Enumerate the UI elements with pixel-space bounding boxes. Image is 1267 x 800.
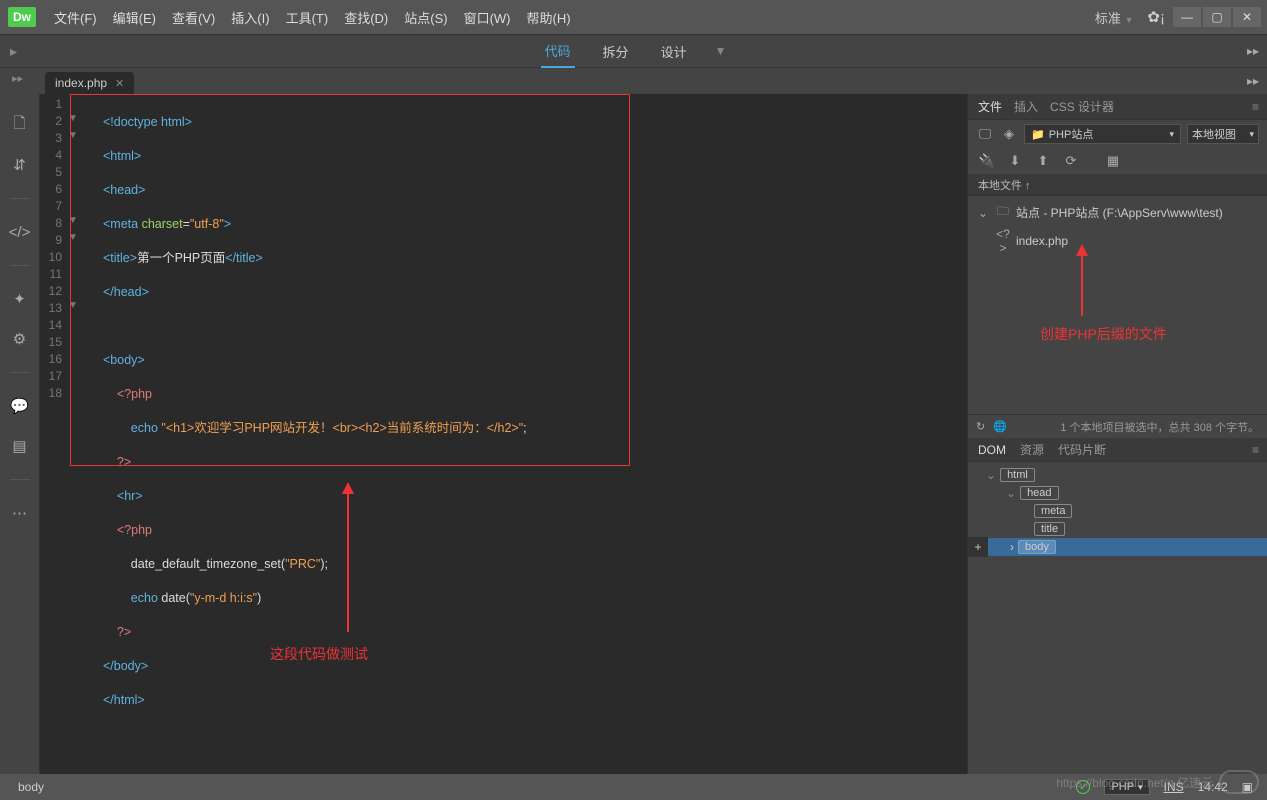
files-toolbar-2: 🔌 ⬇ ⬆ ⟳ ▦	[968, 148, 1267, 174]
connect-icon[interactable]: 🔌	[978, 152, 996, 170]
add-element-icon[interactable]: +	[968, 537, 988, 557]
menu-bar: Dw 文件(F) 编辑(E) 查看(V) 插入(I) 工具(T) 查找(D) 站…	[0, 0, 1267, 34]
view-code-button[interactable]: 代码	[541, 35, 575, 68]
sync-settings-icon[interactable]: ✿¡	[1147, 8, 1165, 26]
wand-icon[interactable]: ✦	[9, 288, 31, 310]
right-panel: 文件 插入 CSS 设计器 ≡ 🖵 ◈ 📁PHP站点▾ 本地视图▾ 🔌 ⬇ ⬆ …	[967, 94, 1267, 774]
menu-edit[interactable]: 编辑(E)	[107, 4, 162, 31]
code-highlight-box: <!doctype html> <html> <head> <meta char…	[70, 94, 630, 466]
ftp-icon[interactable]: ◈	[1000, 125, 1018, 143]
menu-site[interactable]: 站点(S)	[398, 4, 453, 31]
view-design-button[interactable]: 设计	[657, 36, 691, 67]
tab-resources[interactable]: 资源	[1020, 436, 1044, 463]
dom-panel-menu-icon[interactable]: ≡	[1252, 443, 1259, 457]
menu-window[interactable]: 窗口(W)	[458, 4, 517, 31]
tab-snippets[interactable]: 代码片断	[1058, 436, 1106, 463]
maximize-button[interactable]: ▢	[1203, 7, 1231, 27]
menu-find[interactable]: 查找(D)	[338, 4, 394, 31]
dom-node-body[interactable]: + › body	[968, 538, 1267, 556]
chevron-down-icon: ⌄	[976, 206, 990, 220]
dom-node-head[interactable]: ⌄head	[968, 484, 1267, 502]
main-area: 🗋 ⇵ </> ✦ ⚙ 💬 ▤ ⋯ 1234567891011121314151…	[0, 94, 1267, 774]
dom-tree: ⌄html ⌄head meta title + › body	[968, 462, 1267, 774]
expand-panel-icon[interactable]: ▦	[1104, 152, 1122, 170]
folder-icon: 📁	[1031, 128, 1045, 141]
tag-selector-body[interactable]: body	[10, 778, 52, 796]
tab-dom[interactable]: DOM	[978, 438, 1006, 462]
view-more-dropdown[interactable]: ▼	[715, 44, 727, 58]
format-icon[interactable]: ⚙	[9, 328, 31, 350]
minimize-button[interactable]: —	[1173, 7, 1201, 27]
collapse-toolbar-icon[interactable]: ▸▸	[12, 72, 23, 85]
view-mode-bar: ▸ 代码 拆分 设计 ▼ ▸▸	[0, 34, 1267, 68]
source-code-icon[interactable]: </>	[9, 221, 31, 243]
annotation-file-arrow-shaft	[1081, 254, 1083, 316]
view-split-button[interactable]: 拆分	[599, 36, 633, 67]
file-tree: ⌄ 🗀 站点 - PHP站点 (F:\AppServ\www\test) <?>…	[968, 196, 1267, 261]
define-servers-icon[interactable]: 🖵	[976, 125, 994, 143]
file-tab-label: index.php	[55, 76, 107, 90]
git-icon[interactable]: ⇵	[9, 154, 31, 176]
document-tab-bar: ▸▸ index.php ✕ ▸▸	[0, 68, 1267, 94]
watermark: https://blog.csdn.net/q 亿速云	[1056, 770, 1259, 794]
watermark-logo-icon	[1219, 770, 1259, 794]
chevron-down-icon: ⌄	[986, 468, 996, 482]
files-panel-tabs: 文件 插入 CSS 设计器 ≡	[968, 94, 1267, 120]
files-panel-status: ↻ 🌐 1 个本地项目被选中，总共 308 个字节。	[968, 414, 1267, 438]
menu-items: 文件(F) 编辑(E) 查看(V) 插入(I) 工具(T) 查找(D) 站点(S…	[48, 4, 577, 31]
collapse-panels-icon[interactable]: ▸▸	[1247, 44, 1259, 58]
annotation-arrow-shaft	[347, 492, 349, 632]
more-icon[interactable]: ⋯	[9, 502, 31, 524]
app-logo: Dw	[8, 7, 36, 27]
folder-icon: 🗀	[996, 202, 1010, 223]
menu-file[interactable]: 文件(F)	[48, 4, 103, 31]
tab-files[interactable]: 文件	[978, 93, 1002, 120]
chevron-right-icon: ›	[1010, 540, 1014, 554]
panel-menu-icon[interactable]: ≡	[1252, 100, 1259, 114]
menu-tools[interactable]: 工具(T)	[280, 4, 335, 31]
window-controls: — ▢ ✕	[1173, 7, 1261, 27]
get-icon[interactable]: ⬇	[1006, 152, 1024, 170]
put-icon[interactable]: ⬆	[1034, 152, 1052, 170]
file-tree-root[interactable]: ⌄ 🗀 站点 - PHP站点 (F:\AppServ\www\test)	[968, 200, 1267, 225]
annotation-file-label: 创建PHP后缀的文件	[1040, 324, 1167, 344]
file-icon[interactable]: 🗋	[9, 114, 31, 136]
dom-node-title[interactable]: title	[968, 520, 1267, 538]
refresh-icon[interactable]: ↻	[976, 420, 985, 433]
menu-help[interactable]: 帮助(H)	[521, 4, 577, 31]
dom-node-html[interactable]: ⌄html	[968, 466, 1267, 484]
file-tab-index[interactable]: index.php ✕	[45, 72, 134, 94]
site-root-label: 站点 - PHP站点 (F:\AppServ\www\test)	[1016, 204, 1223, 221]
files-column-header[interactable]: 本地文件 ↑	[968, 174, 1267, 196]
view-dropdown[interactable]: 本地视图▾	[1187, 124, 1259, 144]
code-editor[interactable]: 123456789101112131415161718 ▼ ▼ ▼ ▼ ▼ <!…	[40, 94, 967, 774]
tab-insert[interactable]: 插入	[1014, 93, 1038, 120]
file-tree-item[interactable]: <?> index.php	[968, 225, 1267, 257]
panel-toggle-icon[interactable]: ▸	[10, 43, 17, 60]
collapse-code-icon[interactable]: ▤	[9, 435, 31, 457]
line-gutter: 123456789101112131415161718	[40, 94, 68, 402]
files-toolbar: 🖵 ◈ 📁PHP站点▾ 本地视图▾	[968, 120, 1267, 148]
code-toolbar: 🗋 ⇵ </> ✦ ⚙ 💬 ▤ ⋯	[0, 94, 40, 774]
menu-view[interactable]: 查看(V)	[166, 4, 221, 31]
collapse-right-panel-icon[interactable]: ▸▸	[1247, 74, 1259, 88]
comment-icon[interactable]: 💬	[9, 395, 31, 417]
close-tab-icon[interactable]: ✕	[115, 77, 124, 90]
files-status-text: 1 个本地项目被选中，总共 308 个字节。	[1015, 419, 1259, 435]
layout-dropdown[interactable]: 标准 ▼	[1089, 4, 1140, 31]
close-button[interactable]: ✕	[1233, 7, 1261, 27]
sync-icon[interactable]: ⟳	[1062, 152, 1080, 170]
globe-icon[interactable]: 🌐	[993, 420, 1007, 433]
php-file-icon: <?>	[996, 227, 1010, 255]
tab-css-designer[interactable]: CSS 设计器	[1050, 93, 1114, 120]
menu-insert[interactable]: 插入(I)	[225, 4, 275, 31]
annotation-code-label: 这段代码做测试	[270, 644, 368, 664]
dom-panel-tabs: DOM 资源 代码片断 ≡	[968, 438, 1267, 462]
dom-node-meta[interactable]: meta	[968, 502, 1267, 520]
file-name-label: index.php	[1016, 234, 1068, 248]
site-dropdown[interactable]: 📁PHP站点▾	[1024, 124, 1181, 144]
chevron-down-icon: ⌄	[1006, 486, 1016, 500]
